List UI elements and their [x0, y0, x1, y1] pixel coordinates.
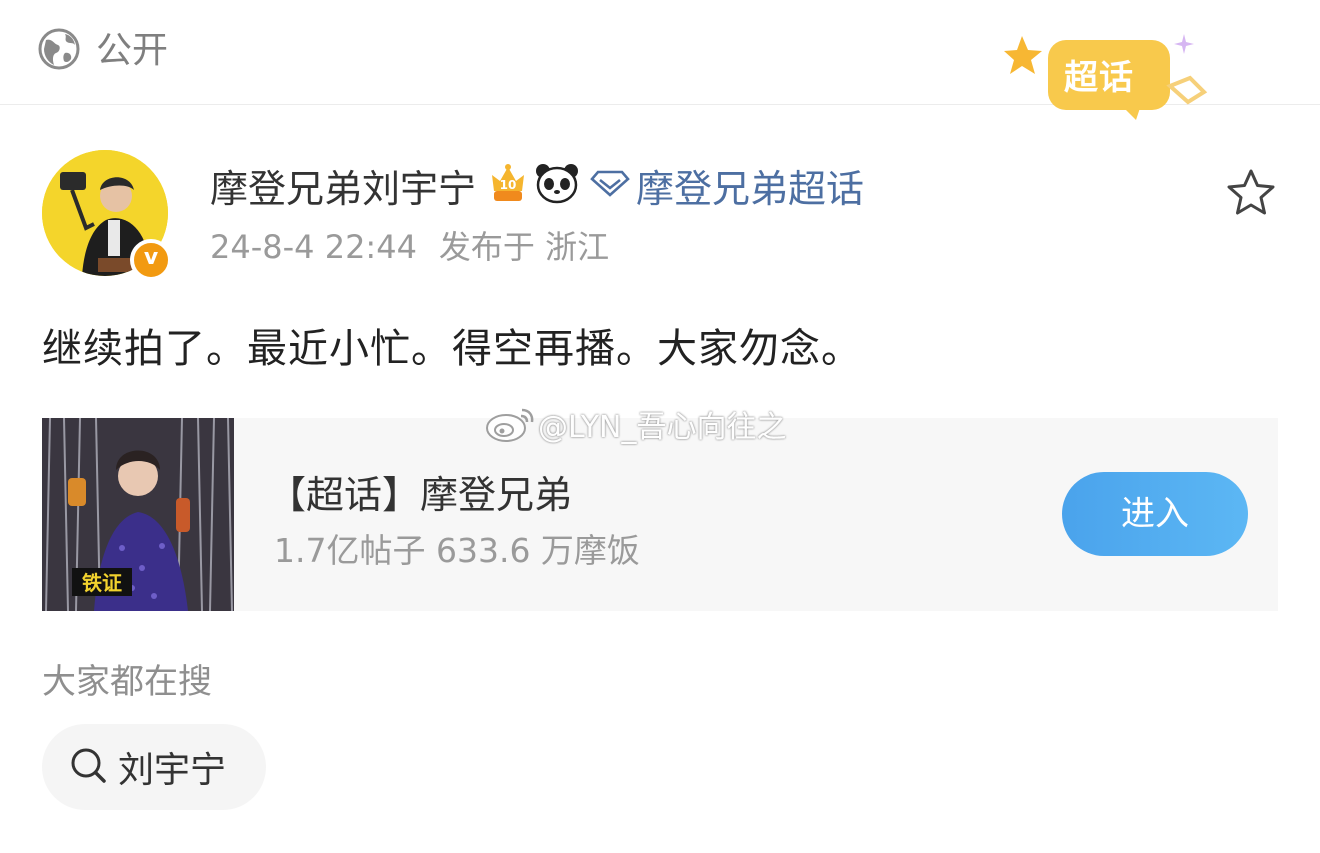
username[interactable]: 摩登兄弟刘宇宁: [210, 158, 476, 213]
trending-search-header: 大家都在搜: [42, 662, 212, 702]
visibility-label: 公开: [96, 30, 169, 71]
panda-icon[interactable]: [534, 162, 580, 208]
diamond-icon: [590, 168, 630, 202]
super-topic-link[interactable]: 摩登兄弟超话: [636, 158, 864, 213]
search-icon: [68, 745, 108, 789]
post-content: 继续拍了。最近小忙。得空再播。大家勿念。: [42, 326, 862, 372]
globe-icon: [38, 28, 80, 74]
post-meta: 24-8-4 22:44 发布于 浙江: [210, 222, 609, 268]
search-chip[interactable]: 刘宇宁: [42, 724, 266, 810]
svg-text:铁证: 铁证: [82, 571, 122, 595]
svg-text:10: 10: [500, 178, 517, 192]
watermark: @LYN_吾心向往之: [484, 402, 787, 446]
verified-badge-text: v: [143, 245, 159, 270]
crown-level-icon[interactable]: 10: [488, 161, 528, 209]
super-topic-card[interactable]: 铁证 【超话】摩登兄弟 1.7亿帖子 633.6 万摩饭 进入: [42, 418, 1278, 611]
post-location: 发布于 浙江: [438, 228, 610, 266]
topic-card-stats: 1.7亿帖子 633.6 万摩饭: [274, 531, 640, 570]
topic-thumbnail: 铁证: [42, 418, 234, 611]
verified-badge: v: [130, 239, 172, 281]
enter-button[interactable]: 进入: [1062, 472, 1248, 556]
star-favorite-icon[interactable]: [1224, 166, 1278, 220]
post-timestamp: 24-8-4 22:44: [210, 228, 417, 266]
author-row: 摩登兄弟刘宇宁 10 摩登兄弟超话: [210, 158, 864, 212]
topic-card-title: 【超话】摩登兄弟: [268, 473, 573, 517]
watermark-text: @LYN_吾心向往之: [538, 410, 787, 445]
visibility-indicator[interactable]: 公开: [38, 28, 168, 74]
super-topic-badge-text: 超话: [1064, 58, 1134, 98]
weibo-logo-icon: [486, 408, 534, 442]
super-topic-badge[interactable]: 超话: [1004, 24, 1214, 124]
search-chip-label: 刘宇宁: [118, 750, 227, 791]
top-bar: 公开 超话: [0, 0, 1320, 120]
